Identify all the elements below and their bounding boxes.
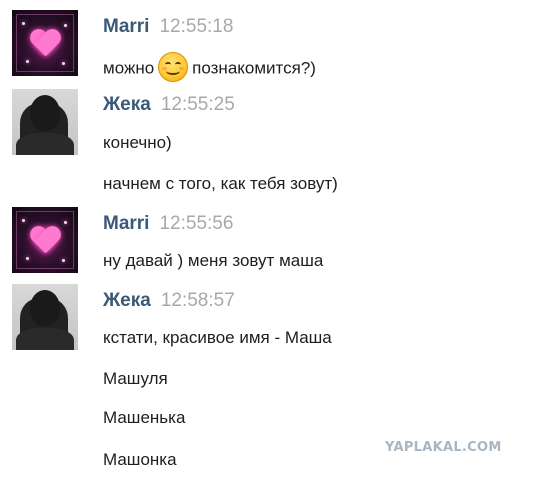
message-text: конечно) <box>103 133 172 152</box>
smiley-icon <box>158 52 189 82</box>
sender-name[interactable]: Marri <box>103 213 149 235</box>
sender-name[interactable]: Жека <box>103 290 151 312</box>
timestamp: 12:55:25 <box>160 94 235 115</box>
avatar-body <box>16 328 74 350</box>
message-text: начнем с того, как тебя зовут) <box>103 174 338 193</box>
sender-name[interactable]: Marri <box>103 16 149 38</box>
message-text: Машонка <box>103 450 177 469</box>
message-header: Marri 12:55:18 <box>103 16 233 38</box>
sparkle <box>22 219 25 222</box>
sparkle <box>26 257 29 260</box>
avatar-head <box>30 290 60 326</box>
heart-icon <box>29 227 61 253</box>
message-text-part: познакомится?) <box>192 58 316 78</box>
heart-avatar[interactable] <box>12 207 78 273</box>
message-header: Жека 12:55:25 <box>103 94 235 116</box>
sparkle <box>64 221 67 224</box>
sparkle <box>22 22 25 25</box>
chat-log: Marri 12:55:18 можно познакомится?) Жека … <box>0 0 549 477</box>
message-text: Машенька <box>103 408 186 427</box>
sparkle <box>62 62 65 65</box>
timestamp: 12:55:18 <box>159 16 234 37</box>
sparkle <box>62 259 65 262</box>
avatar-body <box>16 133 74 155</box>
heart-icon <box>29 30 61 56</box>
message-text: Машуля <box>103 369 168 388</box>
timestamp: 12:58:57 <box>160 290 235 311</box>
sender-name[interactable]: Жека <box>103 94 151 116</box>
sparkle <box>26 60 29 63</box>
photo-avatar[interactable] <box>12 284 78 350</box>
message-header: Marri 12:55:56 <box>103 213 233 235</box>
watermark: YAPLAKAL.COM <box>385 440 502 455</box>
message-text: можно познакомится?) <box>103 52 316 82</box>
message-header: Жека 12:58:57 <box>103 290 235 312</box>
heart-avatar[interactable] <box>12 10 78 76</box>
message-text-part: можно <box>103 58 155 78</box>
sparkle <box>64 24 67 27</box>
avatar-head <box>30 95 60 131</box>
timestamp: 12:55:56 <box>159 213 234 234</box>
photo-avatar[interactable] <box>12 89 78 155</box>
message-text: кстати, красивое имя - Маша <box>103 328 332 347</box>
message-text: ну давай ) меня зовут маша <box>103 251 324 270</box>
